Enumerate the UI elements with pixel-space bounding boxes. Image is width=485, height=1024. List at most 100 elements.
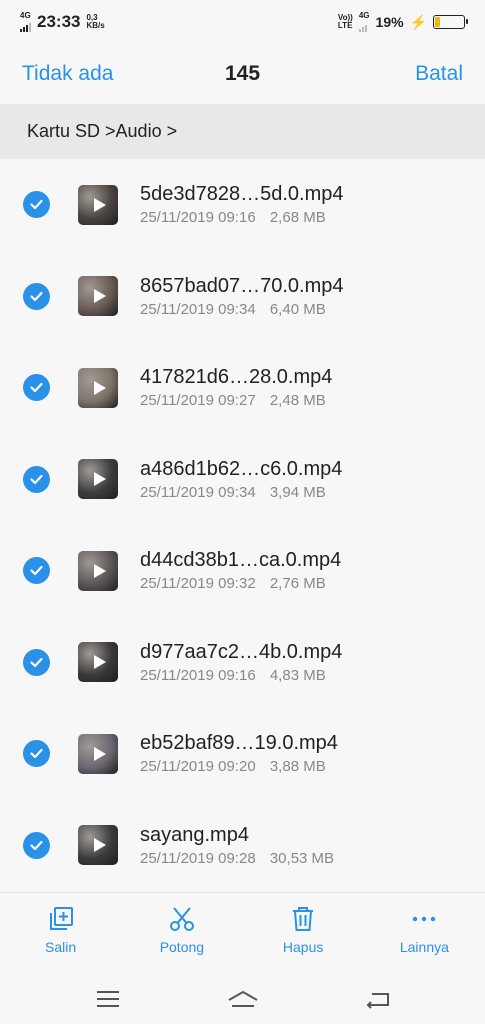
file-info: d977aa7c2…4b.0.mp4 25/11/2019 09:16 4,83… xyxy=(140,639,342,684)
file-meta: 25/11/2019 09:20 3,88 MB xyxy=(140,758,338,775)
file-size: 3,88 MB xyxy=(269,758,326,775)
file-list[interactable]: 5de3d7828…5d.0.mp4 25/11/2019 09:16 2,68… xyxy=(0,159,485,892)
copy-label: Salin xyxy=(45,939,77,955)
file-date: 25/11/2019 09:34 xyxy=(140,300,256,318)
file-date: 25/11/2019 09:28 xyxy=(140,849,256,867)
status-right: Vo)) LTE 4G 19% ⚡ xyxy=(338,12,468,32)
checkbox-checked-icon[interactable] xyxy=(23,557,50,585)
file-size: 6,40 MB xyxy=(269,300,326,318)
play-icon xyxy=(93,472,106,487)
signal-icon xyxy=(20,20,31,32)
file-row[interactable]: eb52baf89…19.0.mp4 25/11/2019 09:20 3,88… xyxy=(0,708,485,800)
clock: 23:33 xyxy=(37,12,81,31)
checkbox-checked-icon[interactable] xyxy=(23,191,50,219)
more-label: Lainnya xyxy=(399,939,449,955)
file-date: 25/11/2019 09:20 xyxy=(140,758,256,775)
breadcrumb[interactable]: Kartu SD >Audio > xyxy=(0,104,485,159)
file-row[interactable]: 417821d6…28.0.mp4 25/11/2019 09:27 2,48 … xyxy=(0,342,485,434)
network-speed: 0,3 KB/s xyxy=(86,14,104,30)
play-icon xyxy=(93,380,106,395)
video-thumbnail xyxy=(78,276,118,317)
file-name: eb52baf89…19.0.mp4 xyxy=(140,732,338,754)
checkbox-checked-icon[interactable] xyxy=(23,740,50,768)
delete-button[interactable]: Hapus xyxy=(243,893,364,974)
signal-icon-right xyxy=(358,20,370,32)
recent-apps-button[interactable] xyxy=(88,984,128,1014)
home-button[interactable] xyxy=(223,984,263,1014)
file-name: sayang.mp4 xyxy=(140,823,249,846)
video-thumbnail xyxy=(78,733,118,774)
file-meta: 25/11/2019 09:32 2,76 MB xyxy=(140,575,341,592)
copy-button[interactable]: Salin xyxy=(0,893,121,974)
file-row[interactable]: a486d1b62…c6.0.mp4 25/11/2019 09:34 3,94… xyxy=(0,434,485,526)
play-icon xyxy=(93,563,106,578)
back-icon xyxy=(366,993,389,1009)
select-none-button[interactable]: Tidak ada xyxy=(22,62,113,86)
navigation-bar xyxy=(0,974,485,1024)
battery-icon xyxy=(433,15,468,29)
file-row[interactable]: d977aa7c2…4b.0.mp4 25/11/2019 09:16 4,83… xyxy=(0,617,485,709)
checkbox-checked-icon[interactable] xyxy=(23,374,50,402)
status-left: 4G 23:33 0,3 KB/s xyxy=(20,12,105,32)
scissors-icon xyxy=(169,907,194,931)
file-meta: 25/11/2019 09:16 4,83 MB xyxy=(140,667,342,684)
file-meta: 25/11/2019 09:28 30,53 MB xyxy=(140,850,334,867)
play-icon xyxy=(93,655,106,670)
file-row[interactable]: d44cd38b1…ca.0.mp4 25/11/2019 09:32 2,76… xyxy=(0,525,485,617)
volte-indicator: Vo)) LTE xyxy=(338,14,353,30)
file-date: 25/11/2019 09:34 xyxy=(140,483,256,501)
file-name: 5de3d7828…5d.0.mp4 xyxy=(140,183,344,205)
delete-label: Hapus xyxy=(282,939,324,955)
file-info: 8657bad07…70.0.mp4 25/11/2019 09:34 6,40… xyxy=(140,273,344,318)
volte-bottom: LTE xyxy=(337,21,353,30)
video-thumbnail xyxy=(78,825,118,866)
video-thumbnail xyxy=(78,367,118,408)
file-row[interactable]: 5de3d7828…5d.0.mp4 25/11/2019 09:16 2,68… xyxy=(0,159,485,251)
more-icon xyxy=(413,916,436,922)
video-thumbnail xyxy=(78,642,118,683)
file-size: 2,76 MB xyxy=(269,575,326,592)
cut-button[interactable]: Potong xyxy=(121,893,242,974)
play-icon xyxy=(93,838,106,853)
file-size: 4,83 MB xyxy=(269,666,326,684)
checkbox-checked-icon[interactable] xyxy=(23,465,50,493)
file-size: 2,48 MB xyxy=(269,392,326,409)
file-info: eb52baf89…19.0.mp4 25/11/2019 09:20 3,88… xyxy=(140,730,338,775)
action-bar: Salin Potong Hapus Lainnya xyxy=(0,892,485,974)
video-thumbnail xyxy=(78,184,118,225)
cancel-button[interactable]: Batal xyxy=(415,62,463,86)
file-row[interactable]: sayang.mp4 25/11/2019 09:28 30,53 MB xyxy=(0,800,485,892)
speed-unit: KB/s xyxy=(86,21,105,30)
play-icon xyxy=(93,289,106,304)
more-button[interactable]: Lainnya xyxy=(364,893,485,974)
checkbox-checked-icon[interactable] xyxy=(23,831,50,859)
charging-icon: ⚡ xyxy=(409,13,427,30)
network-type-right: 4G xyxy=(358,12,370,32)
file-date: 25/11/2019 09:32 xyxy=(140,575,256,592)
file-name: 417821d6…28.0.mp4 xyxy=(140,366,333,388)
file-info: 5de3d7828…5d.0.mp4 25/11/2019 09:16 2,68… xyxy=(140,181,344,226)
title-bar: 145 Tidak ada Batal xyxy=(0,44,485,104)
file-date: 25/11/2019 09:27 xyxy=(140,392,256,409)
back-button[interactable] xyxy=(358,984,398,1014)
battery-percent: 19% xyxy=(375,14,404,30)
file-info: sayang.mp4 25/11/2019 09:28 30,53 MB xyxy=(140,822,334,867)
file-row[interactable]: 8657bad07…70.0.mp4 25/11/2019 09:34 6,40… xyxy=(0,251,485,343)
network-label: 4G xyxy=(20,11,31,20)
menu-icon xyxy=(96,991,119,1007)
status-bar: 4G 23:33 0,3 KB/s Vo)) LTE 4G 19% ⚡ xyxy=(0,0,485,44)
battery-level xyxy=(435,17,441,27)
video-thumbnail xyxy=(78,550,118,591)
file-size: 3,94 MB xyxy=(269,483,326,501)
file-name: d977aa7c2…4b.0.mp4 xyxy=(140,640,343,663)
file-name: d44cd38b1…ca.0.mp4 xyxy=(140,549,342,571)
file-date: 25/11/2019 09:16 xyxy=(140,666,256,684)
file-name: 8657bad07…70.0.mp4 xyxy=(140,274,344,297)
file-meta: 25/11/2019 09:34 6,40 MB xyxy=(140,301,344,318)
file-meta: 25/11/2019 09:27 2,48 MB xyxy=(140,392,332,409)
file-info: 417821d6…28.0.mp4 25/11/2019 09:27 2,48 … xyxy=(140,364,332,409)
checkbox-checked-icon[interactable] xyxy=(23,648,50,676)
play-icon xyxy=(93,746,106,761)
file-info: a486d1b62…c6.0.mp4 25/11/2019 09:34 3,94… xyxy=(140,456,342,501)
checkbox-checked-icon[interactable] xyxy=(23,282,50,310)
